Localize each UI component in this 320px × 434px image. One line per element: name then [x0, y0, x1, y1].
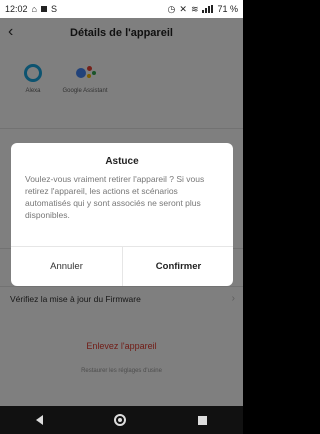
dialog-message: Voulez-vous vraiment retirer l'appareil … [25, 174, 205, 220]
nav-recent-apps-icon[interactable] [198, 415, 208, 425]
battery-level: 71 % [217, 4, 238, 14]
signal-icon [202, 5, 214, 13]
carrier-icon: S [50, 4, 57, 14]
dialog-title: Astuce [105, 156, 139, 167]
mute-icon: ✕ [179, 3, 187, 14]
clock: 12:02 [5, 4, 28, 14]
nav-back-icon[interactable] [35, 415, 43, 425]
phone-screen: 12:02 ⌂ S ◷ ✕ ≋ 71 % ‹ Détails de l'appa… [0, 0, 243, 434]
notification-icon: ⌂ [31, 4, 37, 14]
cancel-button[interactable]: Annuler [11, 246, 122, 286]
notification-square-icon [40, 6, 47, 12]
android-nav-bar [0, 406, 243, 434]
alarm-icon: ◷ [167, 3, 176, 14]
confirm-dialog: Astuce Voulez-vous vraiment retirer l'ap… [11, 143, 233, 286]
status-bar: 12:02 ⌂ S ◷ ✕ ≋ 71 % [0, 0, 243, 18]
confirm-button[interactable]: Confirmer [123, 246, 234, 286]
wifi-icon: ≋ [190, 3, 199, 14]
nav-home-icon[interactable] [114, 414, 127, 426]
